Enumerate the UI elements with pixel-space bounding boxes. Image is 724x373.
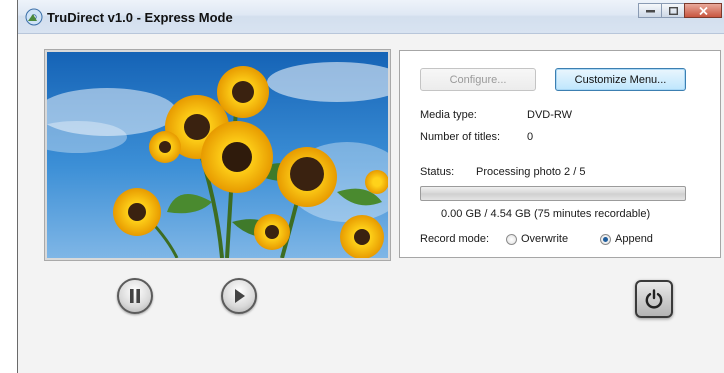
- minimize-icon: [645, 9, 655, 12]
- window-controls: [638, 3, 722, 18]
- minimize-button[interactable]: [638, 3, 662, 18]
- titles-value: 0: [527, 131, 534, 143]
- status-label: Status:: [420, 166, 455, 178]
- media-type-label: Media type:: [420, 109, 477, 121]
- recording-panel: Configure... Customize Menu... Media typ…: [399, 50, 721, 258]
- window-title: TruDirect v1.0 - Express Mode: [47, 10, 233, 25]
- append-label[interactable]: Append: [615, 233, 653, 245]
- overwrite-label[interactable]: Overwrite: [521, 233, 568, 245]
- maximize-icon: [668, 6, 678, 15]
- customize-menu-button[interactable]: Customize Menu...: [555, 68, 686, 91]
- close-icon: [698, 6, 708, 15]
- pause-button[interactable]: [117, 278, 153, 314]
- power-button[interactable]: [635, 280, 673, 318]
- close-button[interactable]: [684, 3, 722, 18]
- play-icon: [235, 289, 245, 303]
- overwrite-radio[interactable]: [506, 234, 517, 245]
- pause-icon: [130, 289, 140, 303]
- capacity-text: 0.00 GB / 4.54 GB (75 minutes recordable…: [441, 208, 651, 220]
- play-button[interactable]: [221, 278, 257, 314]
- photo-preview: [45, 50, 390, 260]
- app-window: TruDirect v1.0 - Express Mode Configure.…: [17, 0, 724, 373]
- maximize-button[interactable]: [661, 3, 685, 18]
- progress-bar: [420, 186, 686, 201]
- power-icon: [645, 289, 663, 309]
- titles-label: Number of titles:: [420, 131, 501, 143]
- title-bar[interactable]: TruDirect v1.0 - Express Mode: [18, 0, 724, 34]
- media-type-value: DVD-RW: [527, 109, 573, 121]
- status-value: Processing photo 2 / 5: [476, 166, 586, 178]
- configure-button[interactable]: Configure...: [420, 68, 536, 91]
- app-icon: [25, 8, 43, 26]
- record-mode-label: Record mode:: [420, 233, 490, 245]
- append-radio[interactable]: [600, 234, 611, 245]
